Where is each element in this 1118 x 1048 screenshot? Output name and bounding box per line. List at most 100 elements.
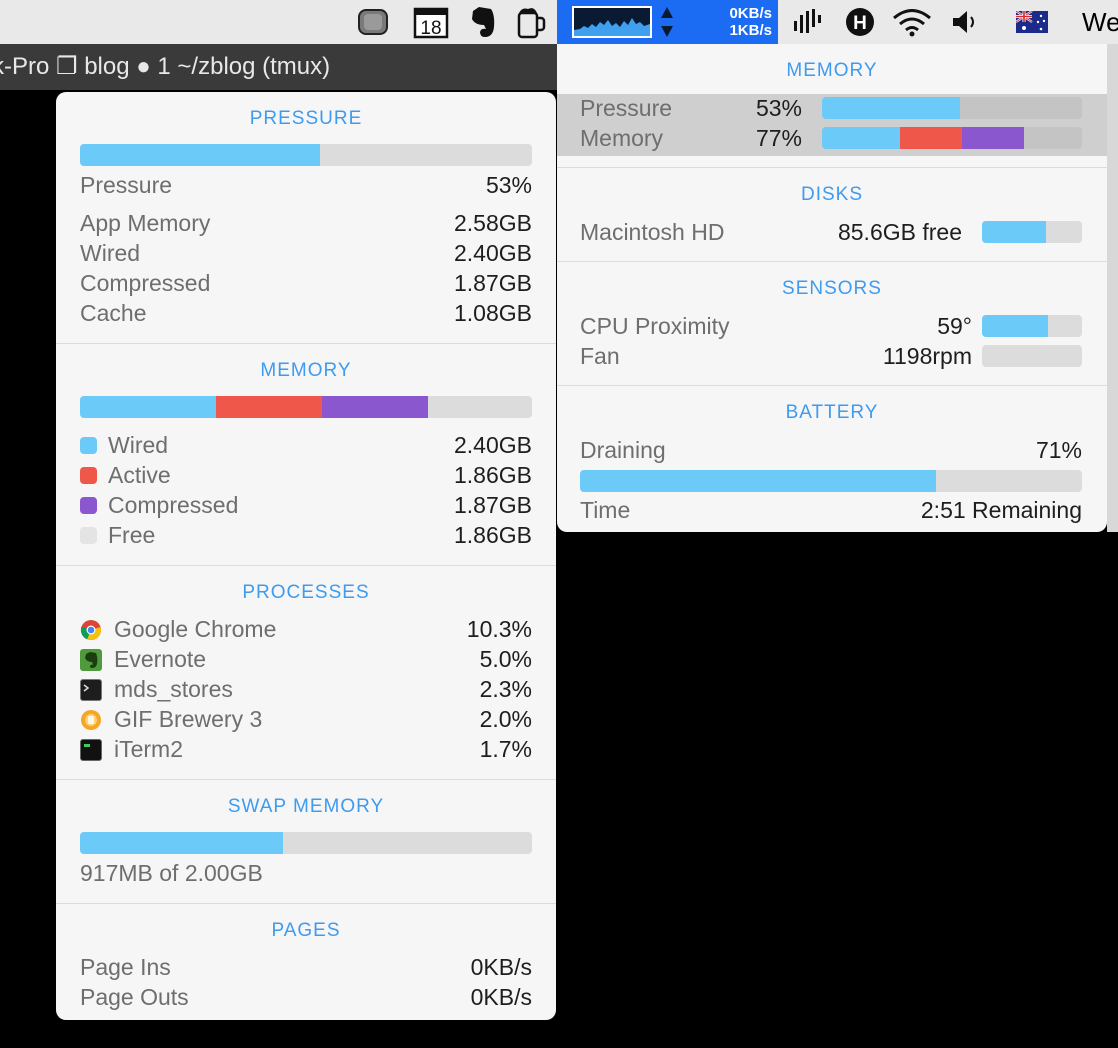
process-evernote-name: Evernote	[114, 646, 207, 672]
cpu-proximity-bar-fill	[982, 315, 1048, 337]
page-ins-value: 0KB/s	[470, 954, 532, 980]
network-speed-readout: 0KB/s 1KB/s	[694, 5, 772, 39]
memory-compressed-value: 1.87GB	[454, 492, 532, 518]
swap-bar	[80, 832, 532, 854]
battery-time-label: Time	[580, 497, 631, 523]
divider	[557, 385, 1107, 386]
terminal-title-bar: k-Pro ❐ blog ● 1 ~/zblog (tmux)	[0, 44, 557, 90]
pages-header: PAGES	[271, 920, 341, 941]
calendar-day-text: 18	[420, 18, 441, 39]
compressed-value: 1.87GB	[454, 270, 532, 296]
wifi-icon[interactable]	[890, 0, 934, 44]
memory-active-value: 1.86GB	[454, 462, 532, 488]
app-memory-label: App Memory	[80, 210, 211, 236]
svg-text:H: H	[853, 13, 867, 34]
pressure-bar	[80, 144, 532, 166]
battery-status-label: Draining	[580, 437, 666, 463]
watch-app-icon[interactable]	[354, 0, 392, 44]
process-mds-value: 2.3%	[479, 676, 532, 702]
right-pressure-label: Pressure	[580, 95, 673, 121]
divider	[56, 343, 556, 344]
menubar-clock-text[interactable]: We	[1082, 7, 1118, 38]
window-edge	[1107, 44, 1118, 532]
menu-bar: 18 0KB/s 1KB/s H We	[0, 0, 1118, 44]
process-chrome-name: Google Chrome	[114, 616, 277, 642]
battery-percent-value: 71%	[1035, 437, 1082, 463]
page-ins-label: Page Ins	[80, 954, 171, 980]
cpu-proximity-value: 59°	[937, 313, 972, 339]
active-swatch	[80, 467, 97, 484]
cache-value: 1.08GB	[454, 300, 532, 326]
terminal-title-text: k-Pro ❐ blog ● 1 ~/zblog (tmux)	[0, 53, 331, 80]
disk-bar	[982, 221, 1082, 243]
evernote-menubar-icon[interactable]	[464, 0, 500, 44]
process-iterm-name: iTerm2	[114, 736, 184, 762]
divider	[56, 565, 556, 566]
memory-detail-panel: PRESSURE Pressure 53% App Memory 2.58GB …	[56, 92, 556, 1020]
memory-usage-bar	[80, 396, 532, 418]
pressure-header: PRESSURE	[249, 108, 363, 129]
calendar-icon[interactable]: 18	[412, 0, 450, 44]
audio-level-icon[interactable]	[790, 0, 826, 44]
process-mds-name: mds_stores	[114, 676, 233, 702]
disks-header: DISKS	[800, 184, 864, 205]
compressed-label: Compressed	[80, 270, 211, 296]
battery-time-value: 2:51 Remaining	[920, 497, 1082, 523]
fan-label: Fan	[580, 343, 620, 369]
process-evernote-value: 5.0%	[479, 646, 532, 672]
right-pressure-bar	[822, 97, 1082, 119]
free-swatch	[80, 527, 97, 544]
memory-active-label: Active	[108, 462, 171, 488]
app-memory-value: 2.58GB	[454, 210, 532, 236]
right-memory-bar	[822, 127, 1082, 149]
battery-header: BATTERY	[785, 402, 879, 423]
cache-label: Cache	[80, 300, 147, 326]
memory-free-value: 1.86GB	[454, 522, 532, 548]
memory-free-label: Free	[108, 522, 156, 548]
pressure-label: Pressure	[80, 172, 173, 198]
right-memory-bar-active	[900, 127, 962, 149]
network-graph-icon	[572, 6, 652, 38]
process-iterm-value: 1.7%	[479, 736, 532, 762]
cpu-proximity-label: CPU Proximity	[580, 313, 730, 339]
page-outs-label: Page Outs	[80, 984, 189, 1010]
up-down-arrows-icon	[660, 6, 674, 38]
fan-value: 1198rpm	[882, 343, 972, 369]
right-memory-value: 77%	[755, 125, 802, 151]
memory-wired-label: Wired	[108, 432, 169, 458]
fan-bar	[982, 345, 1082, 367]
australian-flag-icon[interactable]	[1012, 0, 1052, 44]
pressure-value: 53%	[485, 172, 532, 198]
wired-value: 2.40GB	[454, 240, 532, 266]
divider	[56, 779, 556, 780]
beer-mug-icon[interactable]	[514, 0, 548, 44]
cpu-proximity-bar	[982, 315, 1082, 337]
swap-header: SWAP MEMORY	[227, 796, 385, 817]
disk-free-value: 85.6GB free	[837, 219, 962, 245]
swap-usage-text: 917MB of 2.00GB	[80, 860, 263, 886]
swap-bar-fill	[80, 832, 284, 854]
divider	[56, 903, 556, 904]
wired-swatch	[80, 437, 97, 454]
evernote-icon	[80, 649, 102, 671]
iterm-icon	[80, 739, 102, 761]
page-outs-value: 0KB/s	[470, 984, 532, 1010]
processes-header: PROCESSES	[242, 582, 370, 603]
right-memory-label: Memory	[580, 125, 664, 151]
disk-name-label: Macintosh HD	[580, 219, 725, 245]
disk-bar-fill	[982, 221, 1046, 243]
battery-bar	[580, 470, 1082, 492]
memory-bar-active	[216, 396, 322, 418]
right-pressure-value: 53%	[755, 95, 802, 121]
process-chrome-value: 10.3%	[466, 616, 532, 642]
right-pressure-bar-fill	[822, 97, 960, 119]
divider	[557, 261, 1107, 262]
right-memory-header: MEMORY	[786, 60, 878, 81]
compressed-swatch	[80, 497, 97, 514]
memory-bar-wired	[80, 396, 216, 418]
hotspot-h-icon[interactable]: H	[842, 0, 878, 44]
memory-header: MEMORY	[260, 360, 352, 381]
volume-icon[interactable]	[948, 0, 982, 44]
download-speed: 0KB/s	[729, 5, 772, 22]
terminal-icon	[80, 679, 102, 701]
